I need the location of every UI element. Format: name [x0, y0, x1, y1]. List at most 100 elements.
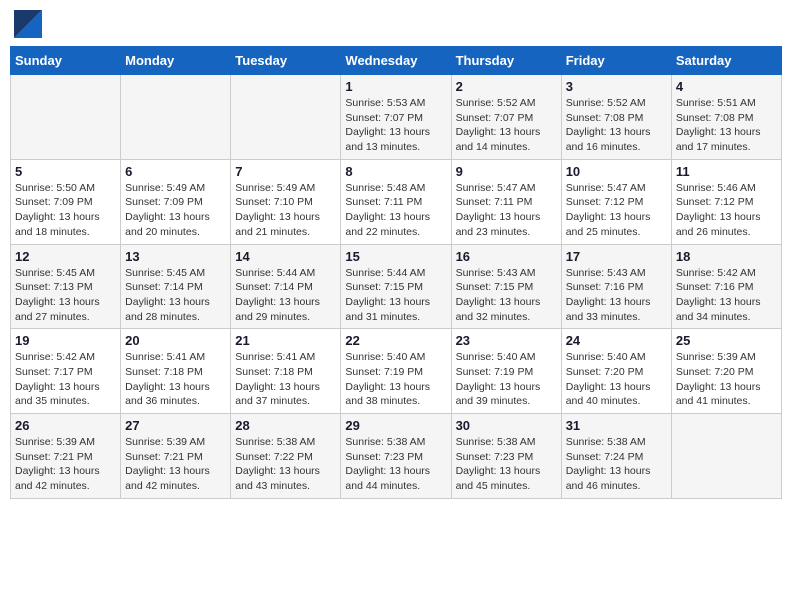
day-cell: 5Sunrise: 5:50 AM Sunset: 7:09 PM Daylig… — [11, 159, 121, 244]
day-cell: 26 Sunrise: 5:39 AM Sunset: 7:21 PM Dayli… — [11, 414, 121, 499]
day-number: 30 — [456, 418, 557, 433]
week-row-2: 5Sunrise: 5:50 AM Sunset: 7:09 PM Daylig… — [11, 159, 782, 244]
day-number: 28 — [235, 418, 336, 433]
day-cell: 28Sunrise: 5:38 AM Sunset: 7:22 PM Dayli… — [231, 414, 341, 499]
header-cell-wednesday: Wednesday — [341, 47, 451, 75]
day-cell: 15 Sunrise: 5:44 AM Sunset: 7:15 PM Dayli… — [341, 244, 451, 329]
header-cell-thursday: Thursday — [451, 47, 561, 75]
day-number: 13 — [125, 249, 226, 264]
page-header — [10, 10, 782, 38]
day-info: Sunrise: 5:39 AM Sunset: 7:21 PM Dayligh… — [15, 435, 116, 494]
day-info: Sunrise: 5:43 AM Sunset: 7:15 PM Dayligh… — [456, 266, 557, 325]
header-cell-friday: Friday — [561, 47, 671, 75]
day-cell: 6 Sunrise: 5:49 AM Sunset: 7:09 PM Daylig… — [121, 159, 231, 244]
day-cell — [231, 75, 341, 160]
day-info: Sunrise: 5:51 AM Sunset: 7:08 PM Dayligh… — [676, 96, 777, 155]
day-info: Sunrise: 5:40 AM Sunset: 7:19 PM Dayligh… — [456, 350, 557, 409]
day-info: Sunrise: 5:47 AM Sunset: 7:11 PM Dayligh… — [456, 181, 557, 240]
day-number: 18 — [676, 249, 777, 264]
day-cell: 21Sunrise: 5:41 AM Sunset: 7:18 PM Dayli… — [231, 329, 341, 414]
calendar-body: 1Sunrise: 5:53 AM Sunset: 7:07 PM Daylig… — [11, 75, 782, 499]
day-number: 19 — [15, 333, 116, 348]
day-info: Sunrise: 5:46 AM Sunset: 7:12 PM Dayligh… — [676, 181, 777, 240]
logo-icon — [14, 10, 42, 38]
day-number: 11 — [676, 164, 777, 179]
day-info: Sunrise: 5:44 AM Sunset: 7:14 PM Dayligh… — [235, 266, 336, 325]
day-cell: 18 Sunrise: 5:42 AM Sunset: 7:16 PM Dayli… — [671, 244, 781, 329]
day-number: 26 — [15, 418, 116, 433]
week-row-5: 26 Sunrise: 5:39 AM Sunset: 7:21 PM Dayli… — [11, 414, 782, 499]
day-cell: 1Sunrise: 5:53 AM Sunset: 7:07 PM Daylig… — [341, 75, 451, 160]
day-number: 25 — [676, 333, 777, 348]
day-number: 20 — [125, 333, 226, 348]
day-cell: 30 Sunrise: 5:38 AM Sunset: 7:23 PM Dayli… — [451, 414, 561, 499]
day-cell: 11 Sunrise: 5:46 AM Sunset: 7:12 PM Dayli… — [671, 159, 781, 244]
day-info: Sunrise: 5:42 AM Sunset: 7:17 PM Dayligh… — [15, 350, 116, 409]
day-number: 17 — [566, 249, 667, 264]
day-number: 23 — [456, 333, 557, 348]
day-cell: 27 Sunrise: 5:39 AM Sunset: 7:21 PM Dayli… — [121, 414, 231, 499]
day-info: Sunrise: 5:38 AM Sunset: 7:23 PM Dayligh… — [345, 435, 446, 494]
day-number: 10 — [566, 164, 667, 179]
day-info: Sunrise: 5:49 AM Sunset: 7:09 PM Dayligh… — [125, 181, 226, 240]
day-info: Sunrise: 5:45 AM Sunset: 7:13 PM Dayligh… — [15, 266, 116, 325]
day-number: 12 — [15, 249, 116, 264]
day-info: Sunrise: 5:52 AM Sunset: 7:07 PM Dayligh… — [456, 96, 557, 155]
day-number: 6 — [125, 164, 226, 179]
day-info: Sunrise: 5:38 AM Sunset: 7:23 PM Dayligh… — [456, 435, 557, 494]
day-number: 4 — [676, 79, 777, 94]
day-info: Sunrise: 5:44 AM Sunset: 7:15 PM Dayligh… — [345, 266, 446, 325]
day-cell: 24 Sunrise: 5:40 AM Sunset: 7:20 PM Dayli… — [561, 329, 671, 414]
day-cell — [121, 75, 231, 160]
day-cell: 29 Sunrise: 5:38 AM Sunset: 7:23 PM Dayli… — [341, 414, 451, 499]
day-cell: 25 Sunrise: 5:39 AM Sunset: 7:20 PM Dayli… — [671, 329, 781, 414]
calendar-header: SundayMondayTuesdayWednesdayThursdayFrid… — [11, 47, 782, 75]
header-cell-tuesday: Tuesday — [231, 47, 341, 75]
calendar-table: SundayMondayTuesdayWednesdayThursdayFrid… — [10, 46, 782, 499]
day-info: Sunrise: 5:41 AM Sunset: 7:18 PM Dayligh… — [125, 350, 226, 409]
day-cell: 10 Sunrise: 5:47 AM Sunset: 7:12 PM Dayli… — [561, 159, 671, 244]
day-cell: 13Sunrise: 5:45 AM Sunset: 7:14 PM Dayli… — [121, 244, 231, 329]
week-row-3: 12 Sunrise: 5:45 AM Sunset: 7:13 PM Dayli… — [11, 244, 782, 329]
day-info: Sunrise: 5:50 AM Sunset: 7:09 PM Dayligh… — [15, 181, 116, 240]
day-cell: 14 Sunrise: 5:44 AM Sunset: 7:14 PM Dayli… — [231, 244, 341, 329]
day-number: 29 — [345, 418, 446, 433]
day-cell: 7Sunrise: 5:49 AM Sunset: 7:10 PM Daylig… — [231, 159, 341, 244]
day-info: Sunrise: 5:40 AM Sunset: 7:20 PM Dayligh… — [566, 350, 667, 409]
day-cell: 20 Sunrise: 5:41 AM Sunset: 7:18 PM Dayli… — [121, 329, 231, 414]
day-cell: 23 Sunrise: 5:40 AM Sunset: 7:19 PM Dayli… — [451, 329, 561, 414]
day-info: Sunrise: 5:47 AM Sunset: 7:12 PM Dayligh… — [566, 181, 667, 240]
day-number: 2 — [456, 79, 557, 94]
day-number: 22 — [345, 333, 446, 348]
day-cell: 3Sunrise: 5:52 AM Sunset: 7:08 PM Daylig… — [561, 75, 671, 160]
day-number: 7 — [235, 164, 336, 179]
day-number: 1 — [345, 79, 446, 94]
header-row: SundayMondayTuesdayWednesdayThursdayFrid… — [11, 47, 782, 75]
day-info: Sunrise: 5:38 AM Sunset: 7:24 PM Dayligh… — [566, 435, 667, 494]
day-info: Sunrise: 5:42 AM Sunset: 7:16 PM Dayligh… — [676, 266, 777, 325]
day-cell: 16Sunrise: 5:43 AM Sunset: 7:15 PM Dayli… — [451, 244, 561, 329]
day-info: Sunrise: 5:48 AM Sunset: 7:11 PM Dayligh… — [345, 181, 446, 240]
day-number: 27 — [125, 418, 226, 433]
day-number: 15 — [345, 249, 446, 264]
day-info: Sunrise: 5:41 AM Sunset: 7:18 PM Dayligh… — [235, 350, 336, 409]
day-info: Sunrise: 5:39 AM Sunset: 7:20 PM Dayligh… — [676, 350, 777, 409]
day-info: Sunrise: 5:52 AM Sunset: 7:08 PM Dayligh… — [566, 96, 667, 155]
logo — [14, 10, 46, 38]
day-info: Sunrise: 5:39 AM Sunset: 7:21 PM Dayligh… — [125, 435, 226, 494]
day-number: 9 — [456, 164, 557, 179]
day-number: 14 — [235, 249, 336, 264]
day-cell — [11, 75, 121, 160]
day-cell: 8Sunrise: 5:48 AM Sunset: 7:11 PM Daylig… — [341, 159, 451, 244]
day-cell: 22 Sunrise: 5:40 AM Sunset: 7:19 PM Dayli… — [341, 329, 451, 414]
day-number: 31 — [566, 418, 667, 433]
day-cell: 9 Sunrise: 5:47 AM Sunset: 7:11 PM Daylig… — [451, 159, 561, 244]
day-cell: 2 Sunrise: 5:52 AM Sunset: 7:07 PM Daylig… — [451, 75, 561, 160]
day-cell: 31 Sunrise: 5:38 AM Sunset: 7:24 PM Dayli… — [561, 414, 671, 499]
header-cell-monday: Monday — [121, 47, 231, 75]
day-cell: 12 Sunrise: 5:45 AM Sunset: 7:13 PM Dayli… — [11, 244, 121, 329]
day-number: 24 — [566, 333, 667, 348]
day-info: Sunrise: 5:40 AM Sunset: 7:19 PM Dayligh… — [345, 350, 446, 409]
day-cell: 17Sunrise: 5:43 AM Sunset: 7:16 PM Dayli… — [561, 244, 671, 329]
header-cell-saturday: Saturday — [671, 47, 781, 75]
